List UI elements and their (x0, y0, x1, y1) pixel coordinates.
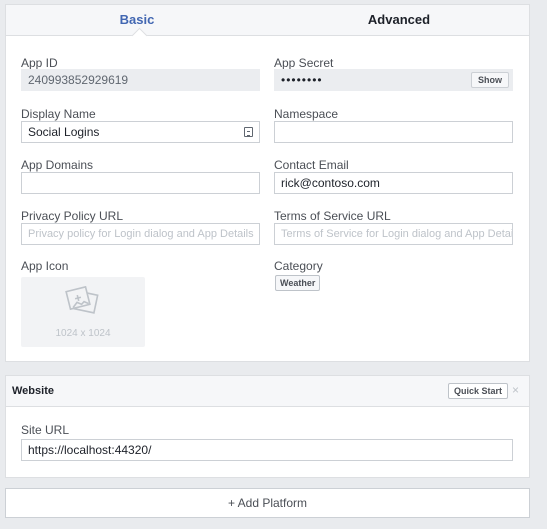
display-name-label: Display Name (21, 107, 96, 121)
picture-placeholder-icon (65, 286, 99, 314)
close-icon[interactable]: × (512, 383, 519, 397)
contact-card-icon[interactable] (244, 127, 253, 137)
show-secret-button[interactable]: Show (471, 72, 509, 88)
app-icon-upload[interactable]: 1024 x 1024 (21, 277, 145, 347)
terms-of-service-url-input[interactable]: Terms of Service for Login dialog and Ap… (274, 223, 513, 245)
quick-start-button[interactable]: Quick Start (448, 383, 509, 399)
app-domains-label: App Domains (21, 158, 94, 172)
namespace-label: Namespace (274, 107, 339, 121)
namespace-input[interactable] (274, 121, 513, 143)
category-label: Category (274, 259, 323, 273)
basic-settings-panel: Basic Advanced App ID 240993852929619 Ap… (5, 4, 530, 362)
settings-tabs: Basic Advanced (6, 5, 530, 44)
app-domains-input[interactable] (21, 172, 260, 194)
app-secret-value: •••••••• (281, 73, 323, 87)
app-id-field: 240993852929619 (21, 69, 260, 91)
site-url-label: Site URL (21, 423, 70, 437)
privacy-policy-url-label: Privacy Policy URL (21, 209, 124, 223)
app-icon-label: App Icon (21, 259, 69, 273)
terms-of-service-url-label: Terms of Service URL (274, 209, 391, 223)
website-header: Website Quick Start × (6, 376, 529, 407)
website-title: Website (12, 385, 54, 397)
display-name-value: Social Logins (28, 125, 100, 139)
category-select[interactable]: Weather (275, 275, 321, 291)
app-icon-size: 1024 x 1024 (55, 328, 111, 339)
tab-advanced[interactable]: Advanced (268, 5, 530, 36)
contact-email-label: Contact Email (274, 158, 349, 172)
app-secret-label: App Secret (274, 56, 334, 70)
site-url-input[interactable]: https://localhost:44320/ (21, 439, 513, 461)
app-id-label: App ID (21, 56, 58, 70)
display-name-input[interactable]: Social Logins (21, 121, 260, 143)
privacy-policy-url-input[interactable]: Privacy policy for Login dialog and App … (21, 223, 260, 245)
contact-email-input[interactable]: rick@contoso.com (274, 172, 513, 194)
add-platform-button[interactable]: + Add Platform (5, 488, 530, 518)
website-platform-panel: Website Quick Start × Site URL https://l… (5, 375, 530, 478)
app-secret-field: •••••••• Show (274, 69, 513, 91)
